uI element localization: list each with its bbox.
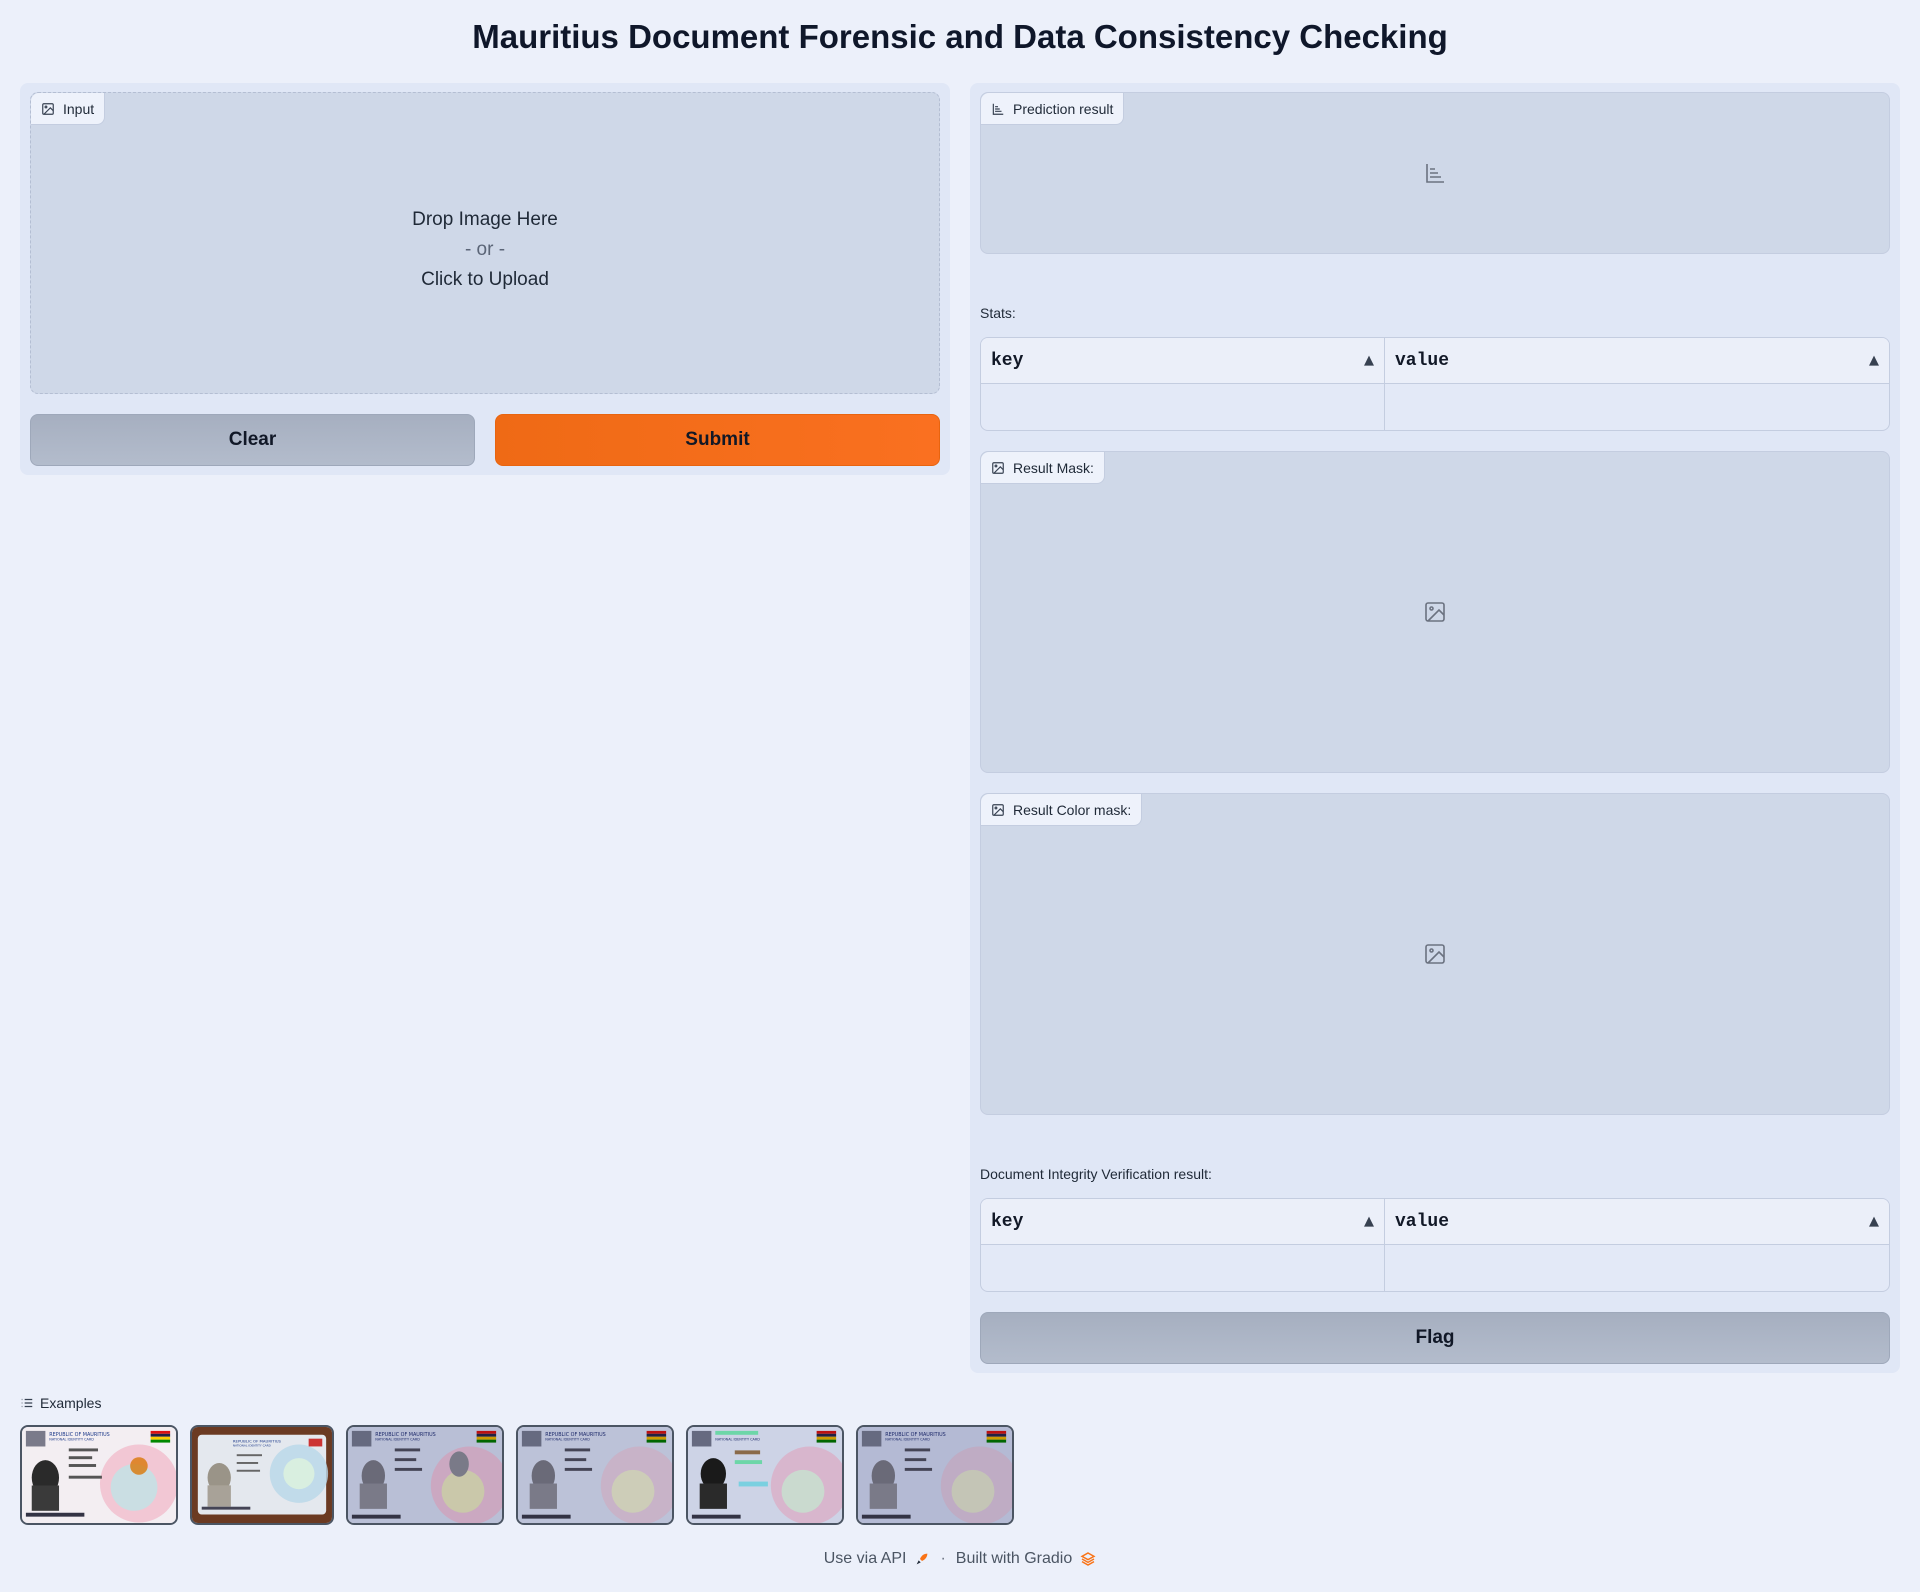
prediction-label-text: Prediction result bbox=[1013, 100, 1114, 117]
drop-image-text: Drop Image Here bbox=[412, 209, 558, 230]
result-mask-block: Result Mask: bbox=[980, 451, 1890, 773]
integrity-header-value[interactable]: value ▲ bbox=[1385, 1199, 1889, 1244]
examples-label-text: Examples bbox=[40, 1395, 102, 1411]
table-cell[interactable] bbox=[981, 384, 1385, 430]
id-card-image: REPUBLIC OF MAURITIUS NATIONAL IDENTITY … bbox=[22, 1427, 176, 1523]
footer-separator: · bbox=[940, 1550, 946, 1567]
result-color-mask-label-text: Result Color mask: bbox=[1013, 801, 1132, 818]
input-panel: Input Drop Image Here - or - Click to Up… bbox=[20, 83, 950, 475]
table-cell[interactable] bbox=[981, 1245, 1385, 1291]
example-thumbnail[interactable]: REPUBLIC OF MAURITIUS NATIONAL IDENTITY … bbox=[190, 1425, 334, 1525]
examples-gallery: REPUBLIC OF MAURITIUS NATIONAL IDENTITY … bbox=[20, 1425, 1014, 1525]
integrity-table[interactable]: key ▲ value ▲ bbox=[980, 1198, 1890, 1292]
examples-label: Examples bbox=[20, 1395, 101, 1411]
list-icon bbox=[21, 1398, 33, 1408]
click-to-upload-text: Click to Upload bbox=[421, 269, 549, 290]
stats-table[interactable]: key ▲ value ▲ bbox=[980, 337, 1890, 431]
use-via-api-text: Use via API bbox=[823, 1550, 907, 1567]
integrity-header-value-text: value bbox=[1395, 1211, 1450, 1232]
example-thumbnail[interactable]: NATIONAL IDENTITY CARD bbox=[686, 1425, 844, 1525]
prediction-result-block: Prediction result bbox=[980, 92, 1890, 254]
prediction-label: Prediction result bbox=[981, 93, 1125, 125]
id-card-image: REPUBLIC OF MAURITIUS NATIONAL IDENTITY … bbox=[348, 1427, 502, 1523]
id-card-image: NATIONAL IDENTITY CARD bbox=[688, 1427, 842, 1523]
svg-text:NATIONAL IDENTITY CARD: NATIONAL IDENTITY CARD bbox=[49, 1438, 94, 1442]
integrity-label: Document Integrity Verification result: bbox=[980, 1166, 1212, 1182]
rocket-icon bbox=[917, 1553, 928, 1565]
sort-icon[interactable]: ▲ bbox=[1869, 1214, 1879, 1229]
sort-icon[interactable]: ▲ bbox=[1364, 1214, 1374, 1229]
result-color-mask-block: Result Color mask: bbox=[980, 793, 1890, 1115]
image-upload-dropzone[interactable]: Input Drop Image Here - or - Click to Up… bbox=[30, 92, 940, 394]
example-thumbnail[interactable]: REPUBLIC OF MAURITIUS NATIONAL IDENTITY … bbox=[20, 1425, 178, 1525]
example-thumbnail[interactable]: REPUBLIC OF MAURITIUS NATIONAL IDENTITY … bbox=[346, 1425, 504, 1525]
input-label-text: Input bbox=[63, 100, 95, 117]
clear-button[interactable]: Clear bbox=[30, 414, 475, 466]
footer: Use via API · Built with Gradio bbox=[0, 1550, 1920, 1568]
svg-text:NATIONAL IDENTITY CARD: NATIONAL IDENTITY CARD bbox=[715, 1438, 760, 1442]
built-with-gradio-link[interactable]: Built with Gradio bbox=[956, 1550, 1097, 1568]
image-placeholder-icon bbox=[1425, 944, 1445, 964]
bar-chart-icon bbox=[1426, 164, 1444, 183]
built-with-gradio-text: Built with Gradio bbox=[955, 1550, 1073, 1567]
table-cell[interactable] bbox=[1385, 384, 1889, 430]
id-card-image: REPUBLIC OF MAURITIUS NATIONAL IDENTITY … bbox=[192, 1427, 332, 1523]
result-color-mask-label: Result Color mask: bbox=[981, 794, 1143, 826]
input-label: Input bbox=[31, 93, 106, 125]
svg-text:NATIONAL IDENTITY CARD: NATIONAL IDENTITY CARD bbox=[233, 1443, 272, 1447]
gradio-logo-icon bbox=[1080, 1552, 1096, 1566]
image-icon bbox=[42, 102, 54, 115]
example-thumbnail[interactable]: REPUBLIC OF MAURITIUS NATIONAL IDENTITY … bbox=[856, 1425, 1014, 1525]
table-row bbox=[981, 384, 1889, 430]
sort-icon[interactable]: ▲ bbox=[1869, 353, 1879, 368]
result-mask-label-text: Result Mask: bbox=[1013, 459, 1094, 476]
table-row bbox=[981, 1245, 1889, 1291]
stats-table-header: key ▲ value ▲ bbox=[981, 338, 1889, 384]
svg-text:NATIONAL IDENTITY CARD: NATIONAL IDENTITY CARD bbox=[885, 1438, 930, 1442]
image-icon bbox=[992, 803, 1004, 816]
stats-header-value-text: value bbox=[1395, 350, 1450, 371]
svg-text:NATIONAL IDENTITY CARD: NATIONAL IDENTITY CARD bbox=[375, 1438, 420, 1442]
integrity-table-header: key ▲ value ▲ bbox=[981, 1199, 1889, 1245]
image-icon bbox=[992, 461, 1004, 474]
result-mask-label: Result Mask: bbox=[981, 452, 1105, 484]
svg-text:NATIONAL IDENTITY CARD: NATIONAL IDENTITY CARD bbox=[545, 1438, 590, 1442]
stats-header-key-text: key bbox=[991, 350, 1024, 371]
stats-header-key[interactable]: key ▲ bbox=[981, 338, 1385, 383]
integrity-header-key-text: key bbox=[991, 1211, 1024, 1232]
page-title: Mauritius Document Forensic and Data Con… bbox=[472, 18, 1448, 55]
stats-header-value[interactable]: value ▲ bbox=[1385, 338, 1889, 383]
stats-label: Stats: bbox=[980, 305, 1016, 321]
example-thumbnail[interactable]: REPUBLIC OF MAURITIUS NATIONAL IDENTITY … bbox=[516, 1425, 674, 1525]
integrity-header-key[interactable]: key ▲ bbox=[981, 1199, 1385, 1244]
id-card-image: REPUBLIC OF MAURITIUS NATIONAL IDENTITY … bbox=[518, 1427, 672, 1523]
or-text: - or - bbox=[464, 239, 506, 260]
sort-icon[interactable]: ▲ bbox=[1364, 353, 1374, 368]
flag-button[interactable]: Flag bbox=[980, 1312, 1890, 1364]
output-panel: Prediction result Stats: key ▲ value ▲ R… bbox=[970, 83, 1900, 1373]
use-via-api-link[interactable]: Use via API bbox=[824, 1550, 931, 1568]
table-cell[interactable] bbox=[1385, 1245, 1889, 1291]
submit-button[interactable]: Submit bbox=[495, 414, 940, 466]
id-card-image: REPUBLIC OF MAURITIUS NATIONAL IDENTITY … bbox=[858, 1427, 1012, 1523]
bar-chart-icon bbox=[992, 103, 1004, 115]
image-placeholder-icon bbox=[1425, 602, 1445, 622]
